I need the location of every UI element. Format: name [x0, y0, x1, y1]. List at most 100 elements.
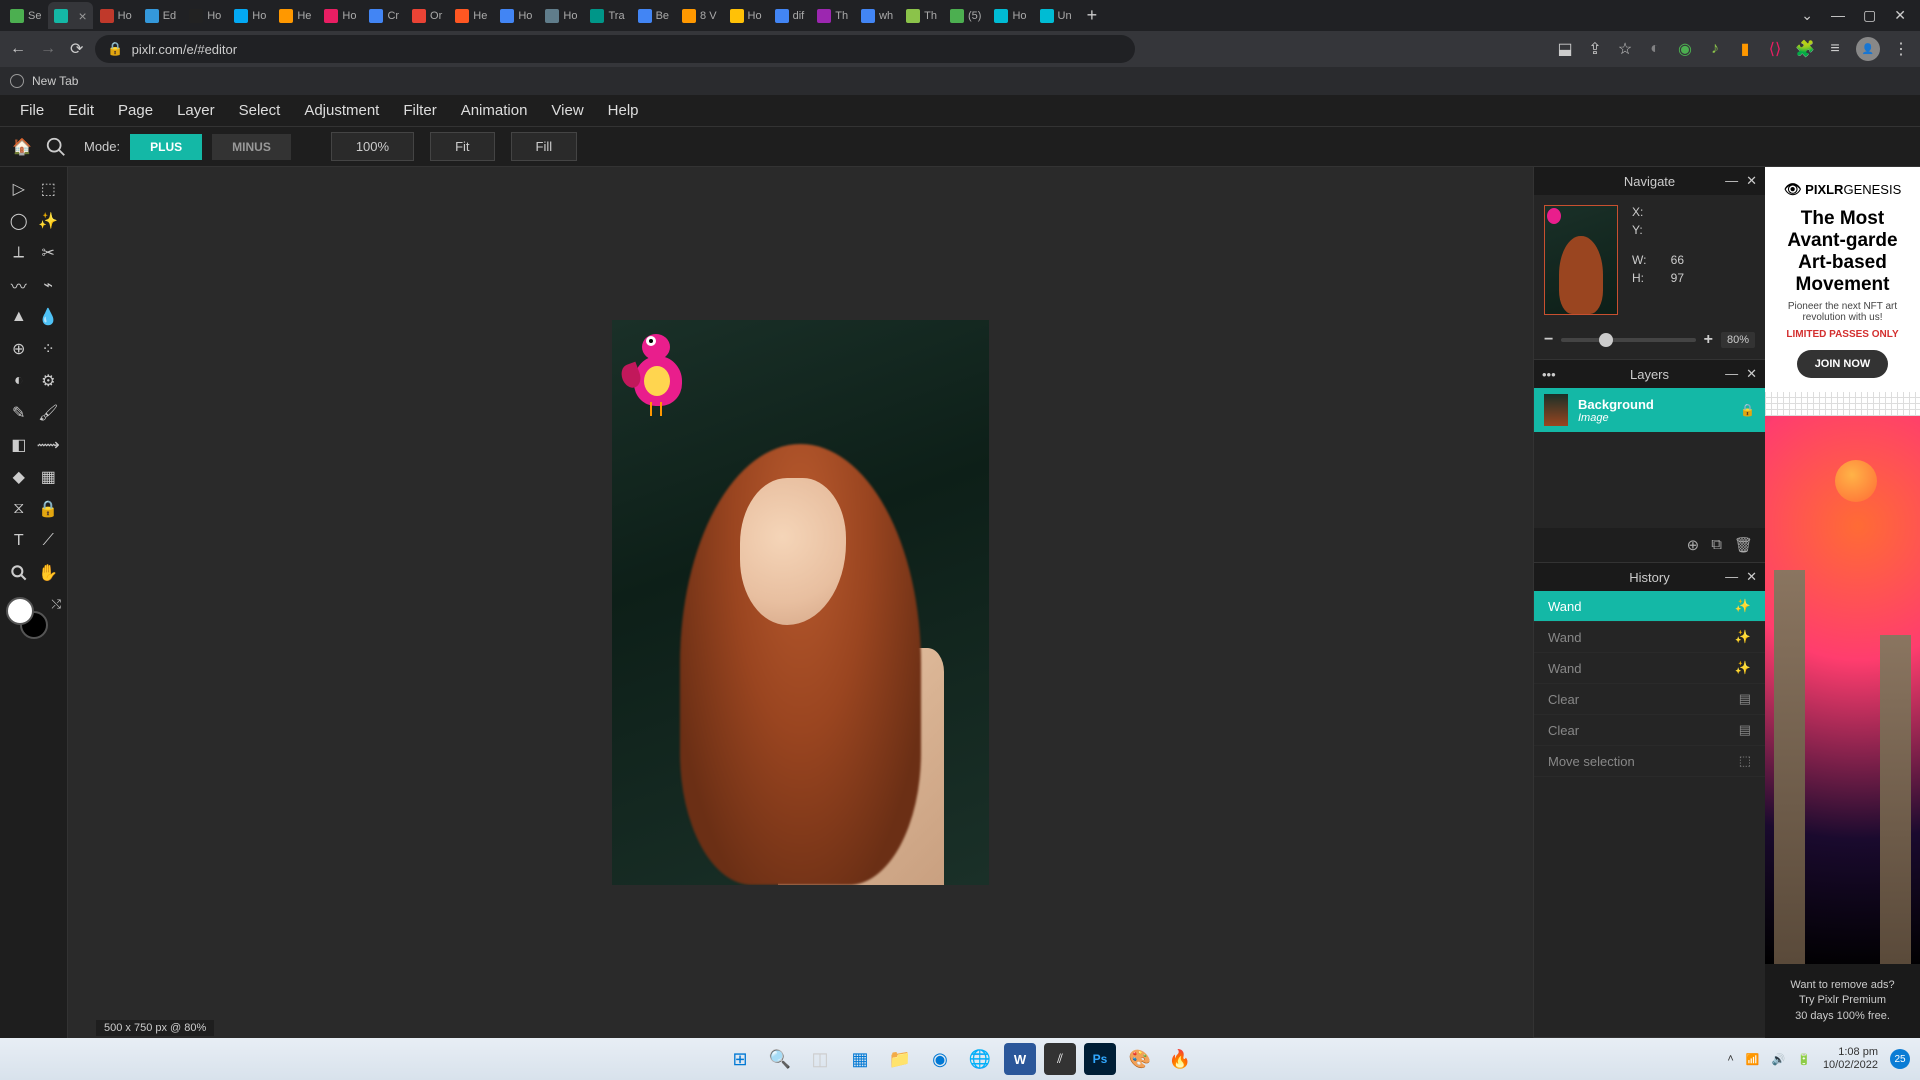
- search-icon[interactable]: 🔍: [764, 1043, 796, 1075]
- heal-tool-icon[interactable]: ▲: [6, 304, 32, 330]
- window-maximize-icon[interactable]: ▢: [1863, 7, 1876, 24]
- crop-tool-icon[interactable]: ⟂: [6, 240, 32, 266]
- swap-colors-icon[interactable]: ⤭: [51, 597, 61, 612]
- history-item[interactable]: Move selection⬚: [1534, 746, 1765, 777]
- browser-tab[interactable]: 8 V: [676, 2, 723, 29]
- browser-tab[interactable]: Ho: [539, 2, 583, 29]
- extensions-icon[interactable]: 🧩: [1796, 40, 1814, 58]
- pen-tool-icon[interactable]: ✎: [6, 400, 32, 426]
- volume-icon[interactable]: 🔊: [1772, 1053, 1786, 1066]
- history-item[interactable]: Clear▤: [1534, 715, 1765, 746]
- lasso-tool-icon[interactable]: ◯: [6, 208, 32, 234]
- ext-icon-4[interactable]: ▮: [1736, 40, 1754, 58]
- layer-item-background[interactable]: Background Image 🔒: [1534, 388, 1765, 432]
- ext-icon-1[interactable]: ◐: [1646, 40, 1664, 58]
- chrome-menu-icon[interactable]: ⋮: [1892, 40, 1910, 58]
- share-icon[interactable]: ⇪: [1586, 40, 1604, 58]
- panel-close-icon[interactable]: ✕: [1746, 569, 1757, 585]
- brush-tool-icon[interactable]: 🖌: [35, 400, 61, 426]
- panel-minimize-icon[interactable]: —: [1725, 569, 1738, 585]
- tab-dropdown-icon[interactable]: ⌄: [1801, 7, 1813, 24]
- browser-tab[interactable]: Th: [811, 2, 854, 29]
- ad-join-button[interactable]: JOIN NOW: [1797, 350, 1889, 378]
- panel-minimize-icon[interactable]: —: [1725, 366, 1738, 382]
- reading-list-icon[interactable]: ≡: [1826, 40, 1844, 58]
- menu-adjustment[interactable]: Adjustment: [304, 102, 379, 119]
- browser-tab[interactable]: Ho: [94, 2, 138, 29]
- install-icon[interactable]: ⬓: [1556, 40, 1574, 58]
- panel-minimize-icon[interactable]: —: [1725, 173, 1738, 189]
- zoom-tool-icon[interactable]: [44, 135, 68, 159]
- start-button[interactable]: ⊞: [724, 1043, 756, 1075]
- history-item[interactable]: Wand✨: [1534, 653, 1765, 684]
- widgets-icon[interactable]: ▦: [844, 1043, 876, 1075]
- word-icon[interactable]: W: [1004, 1043, 1036, 1075]
- browser-tab[interactable]: ×: [48, 2, 92, 29]
- explorer-icon[interactable]: 📁: [884, 1043, 916, 1075]
- sponge-tool-icon[interactable]: ⁘: [35, 336, 61, 362]
- menu-select[interactable]: Select: [239, 102, 281, 119]
- new-tab-button[interactable]: +: [1087, 5, 1098, 26]
- profile-avatar[interactable]: 👤: [1856, 37, 1880, 61]
- browser-tab[interactable]: Ho: [228, 2, 272, 29]
- window-close-icon[interactable]: ✕: [1894, 7, 1906, 24]
- wand-tool-icon[interactable]: ✨: [35, 208, 61, 234]
- tray-chevron-icon[interactable]: ˄: [1727, 1053, 1733, 1065]
- wifi-icon[interactable]: 📶: [1746, 1053, 1760, 1066]
- navigate-thumbnail[interactable]: [1544, 205, 1618, 315]
- zoom-fill-button[interactable]: Fill: [511, 132, 578, 161]
- notification-badge[interactable]: 25: [1890, 1049, 1910, 1069]
- nav-reload-icon[interactable]: ⟳: [70, 39, 83, 59]
- cutout-tool-icon[interactable]: ✂: [35, 240, 61, 266]
- arrange-tool-icon[interactable]: ▷: [6, 176, 32, 202]
- browser-tab[interactable]: Ho: [988, 2, 1032, 29]
- eraser-tool-icon[interactable]: ◧: [6, 432, 32, 458]
- browser-tab[interactable]: Ho: [724, 2, 768, 29]
- mode-minus-button[interactable]: MINUS: [212, 134, 291, 160]
- url-input[interactable]: 🔒 pixlr.com/e/#editor: [95, 35, 1135, 63]
- history-item[interactable]: Wand✨: [1534, 622, 1765, 653]
- browser-tab[interactable]: (5): [944, 2, 987, 29]
- system-clock[interactable]: 1:08 pm 10/02/2022: [1823, 1046, 1878, 1072]
- blur-tool-icon[interactable]: 💧: [35, 304, 61, 330]
- toning-tool-icon[interactable]: ⚙: [35, 368, 61, 394]
- ext-icon-3[interactable]: ♪: [1706, 40, 1724, 58]
- browser-tab[interactable]: Se: [4, 2, 47, 29]
- bookmark-star-icon[interactable]: ☆: [1616, 40, 1634, 58]
- hand-tool-icon[interactable]: ✋: [35, 560, 61, 586]
- canvas-area[interactable]: 500 x 750 px @ 80%: [68, 167, 1533, 1038]
- shape-tool-icon[interactable]: ⧖: [6, 496, 32, 522]
- menu-filter[interactable]: Filter: [403, 102, 436, 119]
- zoom-slider[interactable]: [1561, 338, 1695, 342]
- canvas[interactable]: [612, 320, 989, 885]
- browser-tab[interactable]: Tra: [584, 2, 630, 29]
- browser-tab[interactable]: wh: [855, 2, 899, 29]
- browser-tab[interactable]: Ho: [183, 2, 227, 29]
- menu-view[interactable]: View: [551, 102, 583, 119]
- browser-tab[interactable]: Cr: [363, 2, 405, 29]
- browser-tab[interactable]: Or: [406, 2, 448, 29]
- menu-edit[interactable]: Edit: [68, 102, 94, 119]
- panel-close-icon[interactable]: ✕: [1746, 173, 1757, 189]
- tab-close-icon[interactable]: ×: [78, 8, 86, 24]
- menu-animation[interactable]: Animation: [461, 102, 528, 119]
- replace-color-icon[interactable]: ⟿: [35, 432, 61, 458]
- history-item[interactable]: Wand✨: [1534, 591, 1765, 622]
- ext-icon-2[interactable]: ◉: [1676, 40, 1694, 58]
- bookmark-newtab[interactable]: New Tab: [32, 74, 78, 88]
- add-layer-icon[interactable]: ⊕: [1687, 536, 1700, 554]
- browser-tab[interactable]: Ho: [494, 2, 538, 29]
- zoom-100-button[interactable]: 100%: [331, 132, 414, 161]
- browser-tab[interactable]: Ho: [318, 2, 362, 29]
- browser-tab[interactable]: He: [273, 2, 317, 29]
- panel-close-icon[interactable]: ✕: [1746, 366, 1757, 382]
- marquee-tool-icon[interactable]: ⬚: [35, 176, 61, 202]
- dodge-tool-icon[interactable]: ◐: [6, 368, 32, 394]
- browser-tab[interactable]: He: [449, 2, 493, 29]
- duplicate-layer-icon[interactable]: ⧉: [1711, 536, 1722, 554]
- menu-help[interactable]: Help: [608, 102, 639, 119]
- paint-icon[interactable]: 🎨: [1124, 1043, 1156, 1075]
- edge-icon[interactable]: ◉: [924, 1043, 956, 1075]
- layer-lock-icon[interactable]: 🔒: [1740, 403, 1755, 417]
- zoom-fit-button[interactable]: Fit: [430, 132, 494, 161]
